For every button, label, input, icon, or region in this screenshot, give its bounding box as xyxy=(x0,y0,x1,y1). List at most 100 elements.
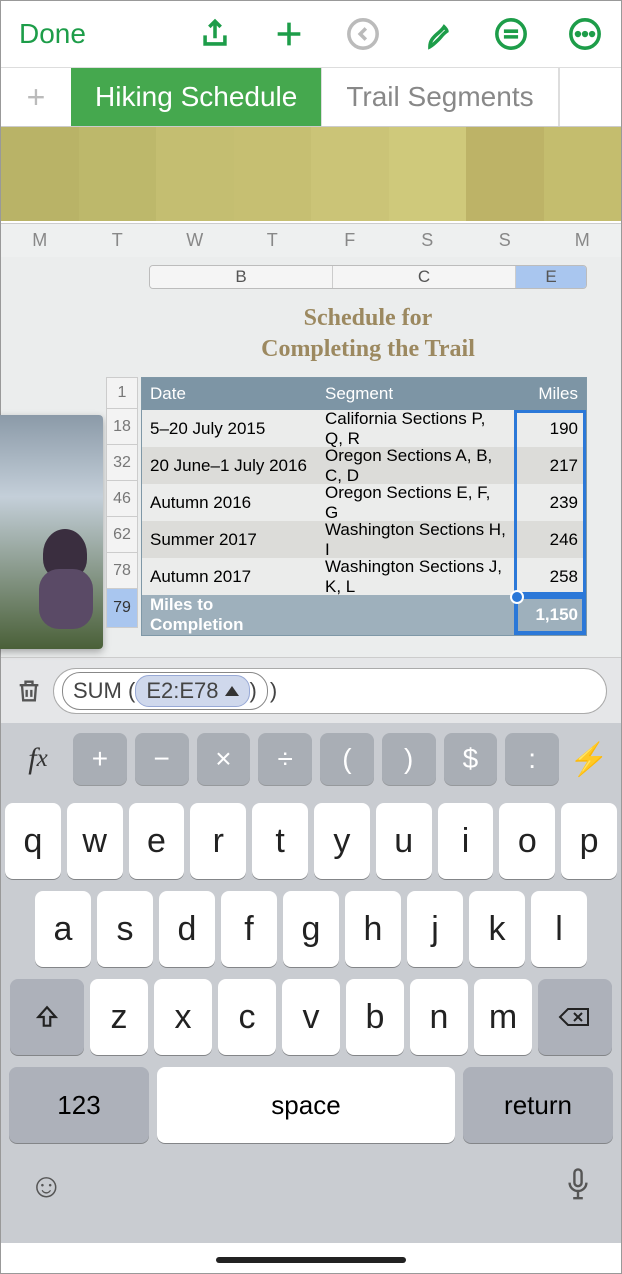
key-l[interactable]: l xyxy=(531,891,587,967)
key-k[interactable]: k xyxy=(469,891,525,967)
share-icon[interactable] xyxy=(197,16,233,52)
key-z[interactable]: z xyxy=(90,979,148,1055)
weekday-row: M T W T F S S M xyxy=(1,223,621,257)
key-c[interactable]: c xyxy=(218,979,276,1055)
op-mult-key[interactable]: × xyxy=(197,733,251,785)
photo-thumbnail[interactable] xyxy=(0,415,103,649)
key-e[interactable]: e xyxy=(129,803,185,879)
table-row[interactable]: 20 June–1 July 2016Oregon Sections A, B,… xyxy=(142,447,586,484)
done-button[interactable]: Done xyxy=(19,18,86,50)
add-icon[interactable] xyxy=(271,16,307,52)
table-title: Schedule forCompleting the Trail xyxy=(149,303,587,365)
sheet-tabs: + Hiking Schedule Trail Segments xyxy=(1,67,621,127)
table-row[interactable]: Autumn 2016Oregon Sections E, F, G239 xyxy=(142,484,586,521)
table-row[interactable]: 5–20 July 2015California Sections P, Q, … xyxy=(142,410,586,447)
paren-close-key[interactable]: ) xyxy=(382,733,436,785)
spreadsheet-canvas[interactable]: B C E 1 18 32 46 62 78 79 Schedule forCo… xyxy=(1,257,621,657)
key-t[interactable]: t xyxy=(252,803,308,879)
op-minus-key[interactable]: − xyxy=(135,733,189,785)
weekday: S xyxy=(466,224,544,257)
selection-handle[interactable] xyxy=(510,590,524,604)
insert-icon[interactable] xyxy=(493,16,529,52)
key-g[interactable]: g xyxy=(283,891,339,967)
row-header[interactable]: 78 xyxy=(106,552,138,589)
key-h[interactable]: h xyxy=(345,891,401,967)
sheet-tab-overflow[interactable] xyxy=(559,68,571,126)
key-f[interactable]: f xyxy=(221,891,277,967)
dropdown-icon[interactable] xyxy=(225,686,239,696)
quick-formula-key[interactable]: ⚡ xyxy=(567,733,611,785)
key-p[interactable]: p xyxy=(561,803,617,879)
column-headers[interactable]: B C E xyxy=(149,265,587,289)
key-y[interactable]: y xyxy=(314,803,370,879)
space-key[interactable]: space xyxy=(157,1067,455,1143)
row-header[interactable]: 62 xyxy=(106,516,138,553)
op-div-key[interactable]: ÷ xyxy=(258,733,312,785)
format-brush-icon[interactable] xyxy=(419,16,455,52)
keyboard: q w e r t y u i o p a s d f g h j k l z … xyxy=(1,795,621,1153)
col-date: Date xyxy=(142,378,317,410)
sheet-tab-inactive[interactable]: Trail Segments xyxy=(322,68,558,126)
keyboard-footer: ☺ xyxy=(1,1153,621,1243)
return-key[interactable]: return xyxy=(463,1067,613,1143)
weekday: S xyxy=(389,224,467,257)
row-header-selected[interactable]: 79 xyxy=(106,588,138,628)
sheet-tab-active[interactable]: Hiking Schedule xyxy=(71,68,322,126)
key-q[interactable]: q xyxy=(5,803,61,879)
key-m[interactable]: m xyxy=(474,979,532,1055)
formula-input[interactable]: SUM ( E2:E78 ) ) xyxy=(53,668,607,714)
calendar-color-strip xyxy=(1,127,621,223)
key-v[interactable]: v xyxy=(282,979,340,1055)
row-header[interactable]: 18 xyxy=(106,408,138,445)
op-plus-key[interactable]: + xyxy=(73,733,127,785)
data-table[interactable]: Date Segment Miles 5–20 July 2015Califor… xyxy=(141,377,587,636)
key-n[interactable]: n xyxy=(410,979,468,1055)
delete-formula-icon[interactable] xyxy=(15,677,43,705)
table-header-row: Date Segment Miles xyxy=(142,378,586,410)
key-j[interactable]: j xyxy=(407,891,463,967)
col-header[interactable]: B xyxy=(150,266,333,288)
dictation-key[interactable] xyxy=(563,1167,593,1212)
dollar-key[interactable]: $ xyxy=(444,733,498,785)
add-sheet-button[interactable]: + xyxy=(1,68,71,126)
key-x[interactable]: x xyxy=(154,979,212,1055)
paren-open-key[interactable]: ( xyxy=(320,733,374,785)
key-r[interactable]: r xyxy=(190,803,246,879)
numeric-key[interactable]: 123 xyxy=(9,1067,149,1143)
colon-key[interactable]: : xyxy=(505,733,559,785)
row-header[interactable]: 1 xyxy=(106,377,138,409)
weekday: W xyxy=(156,224,234,257)
row-header[interactable]: 32 xyxy=(106,444,138,481)
more-icon[interactable] xyxy=(567,16,603,52)
col-header[interactable]: C xyxy=(333,266,516,288)
weekday: T xyxy=(79,224,157,257)
fx-key[interactable]: fx xyxy=(11,733,65,785)
backspace-key[interactable] xyxy=(538,979,612,1055)
weekday: F xyxy=(311,224,389,257)
emoji-key[interactable]: ☺ xyxy=(29,1167,64,1206)
home-indicator[interactable] xyxy=(216,1257,406,1263)
formula-key-row: fx + − × ÷ ( ) $ : ⚡ xyxy=(1,723,621,795)
table-row[interactable]: Summer 2017Washington Sections H, I246 xyxy=(142,521,586,558)
col-header-selected[interactable]: E xyxy=(516,266,586,288)
row-header[interactable]: 46 xyxy=(106,480,138,517)
weekday: M xyxy=(544,224,622,257)
toolbar-icons xyxy=(197,16,603,52)
key-s[interactable]: s xyxy=(97,891,153,967)
key-u[interactable]: u xyxy=(376,803,432,879)
key-w[interactable]: w xyxy=(67,803,123,879)
key-i[interactable]: i xyxy=(438,803,494,879)
key-a[interactable]: a xyxy=(35,891,91,967)
key-d[interactable]: d xyxy=(159,891,215,967)
key-o[interactable]: o xyxy=(499,803,555,879)
col-segment: Segment xyxy=(317,378,514,410)
toolbar: Done xyxy=(1,1,621,67)
undo-icon[interactable] xyxy=(345,16,381,52)
row-headers[interactable]: 1 18 32 46 62 78 79 xyxy=(106,377,138,627)
key-b[interactable]: b xyxy=(346,979,404,1055)
formula-range-pill[interactable]: E2:E78 xyxy=(135,675,249,707)
formula-bar: SUM ( E2:E78 ) ) xyxy=(1,657,621,723)
shift-key[interactable] xyxy=(10,979,84,1055)
formula-function-pill[interactable]: SUM ( E2:E78 ) xyxy=(62,672,268,710)
col-miles: Miles xyxy=(514,378,586,410)
